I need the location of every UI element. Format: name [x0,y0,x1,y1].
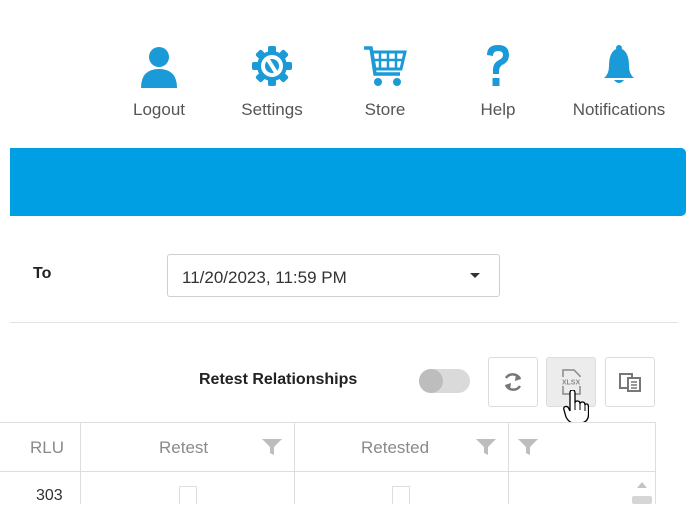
data-grid: RLU Retest Retested 303 [0,422,656,504]
filter-icon[interactable] [476,439,496,455]
nav-logout-label: Logout [133,100,185,119]
refresh-button[interactable] [488,357,538,407]
retest-relationships-label: Retest Relationships [199,371,358,388]
nav-store-label: Store [364,100,406,119]
column-header-retested[interactable]: Retested [294,422,508,472]
question-icon [443,40,553,92]
bell-icon [564,40,674,92]
nav-notifications-label: Notifications [572,100,666,119]
nav-settings[interactable]: Settings [217,40,327,120]
nav-settings-label: Settings [241,100,303,119]
nav-logout[interactable]: Logout [104,40,214,120]
column-header-retest-label: Retest [159,438,209,457]
column-divider [508,422,509,504]
to-date-value: 11/20/2023, 11:59 PM [182,268,347,287]
retest-relationships-toggle[interactable] [419,369,470,393]
toggle-knob [419,369,443,393]
divider [10,322,678,323]
top-nav: Logout Settings Store Help Notifications [0,40,691,135]
filter-icon[interactable] [518,439,538,455]
column-header-rlu-label: RLU [30,438,65,457]
retested-checkbox[interactable] [392,486,410,504]
grid-border [655,422,656,504]
cart-icon [330,40,440,92]
nav-notifications[interactable]: Notifications [564,40,674,120]
column-header-retested-label: Retested [361,438,430,457]
cell-rlu: 303 [36,487,63,504]
filter-icon[interactable] [262,439,282,455]
column-header-extra[interactable] [508,422,656,472]
to-label: To [33,265,52,282]
column-divider [80,422,81,504]
header-bar [10,148,686,216]
scroll-up-icon[interactable] [637,482,647,488]
nav-store[interactable]: Store [330,40,440,120]
column-chooser-icon [619,373,641,392]
gear-icon [217,40,327,92]
column-chooser-button[interactable] [605,357,655,407]
column-header-retest[interactable]: Retest [80,422,294,472]
column-header-rlu[interactable]: RLU [0,422,80,472]
retest-checkbox[interactable] [179,486,197,504]
chevron-down-icon [470,273,480,278]
nav-help-label: Help [480,100,516,119]
to-date-dropdown[interactable]: 11/20/2023, 11:59 PM [167,254,500,297]
column-divider [294,422,295,504]
refresh-icon [504,373,522,391]
nav-help[interactable]: Help [443,40,553,120]
xlsx-label: XLSX [562,380,581,387]
scrollbar-thumb[interactable] [632,496,652,504]
user-icon [104,40,214,92]
